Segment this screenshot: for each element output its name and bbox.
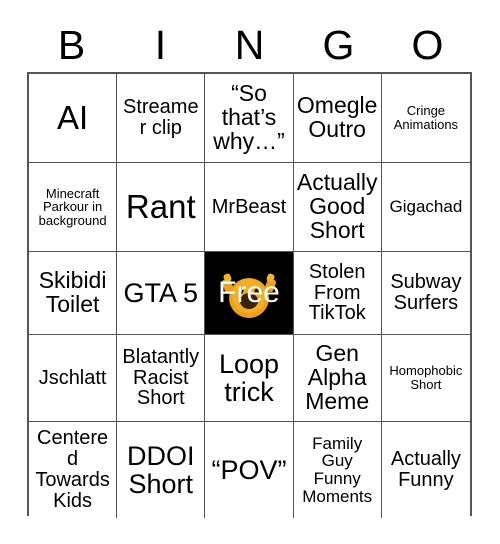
bingo-cell[interactable]: “So that’s why…” <box>205 74 294 163</box>
bingo-cell-label: Loop trick <box>218 348 280 407</box>
bingo-cell[interactable]: Blatantly Racist Short <box>117 335 206 422</box>
bingo-cell-label: Rant <box>125 187 196 225</box>
bingo-cell-label: Stolen From TikTok <box>308 260 366 325</box>
bingo-cell[interactable]: “POV” <box>205 422 294 518</box>
bingo-cell[interactable]: Loop trick <box>205 335 294 422</box>
bingo-header-letter-i: I <box>154 21 167 68</box>
bingo-cell-label: DDOI Short <box>127 440 195 499</box>
bingo-free-space-label: Free <box>218 276 280 309</box>
bingo-cell[interactable]: Stolen From TikTok <box>293 252 382 335</box>
bingo-header-row: BINGO <box>27 18 472 72</box>
bingo-free-space[interactable]: Free <box>205 252 294 335</box>
bingo-card: B I N G O AI Streamer clip “So that’s why…” Ome… <box>0 0 500 544</box>
bingo-cell-label: “So that’s why…” <box>213 80 285 154</box>
bingo-cell-label: Family Guy Funny Moments <box>302 433 373 506</box>
bingo-cell[interactable]: Minecraft Parkour in background <box>29 163 118 252</box>
bingo-cell-label: Gen Alpha Meme <box>305 340 370 414</box>
bingo-cell[interactable]: Centered Towards Kids <box>29 422 118 518</box>
bingo-cell[interactable]: GTA 5 <box>117 252 206 335</box>
bingo-header-letter-o: O <box>411 21 444 68</box>
bingo-header-letter-b: B <box>57 21 86 68</box>
bingo-cell[interactable]: Cringe Animations <box>381 74 470 163</box>
bingo-cell-label: Actually Funny <box>390 448 461 491</box>
bingo-cell[interactable]: DDOI Short <box>117 422 206 518</box>
bingo-cell-label: Jschlatt <box>38 366 107 389</box>
bingo-cell[interactable]: MrBeast <box>205 163 294 252</box>
bingo-cell[interactable]: Actually Good Short <box>293 163 382 252</box>
bingo-cell-label: Gigachad <box>389 197 463 217</box>
bingo-cell-label: Homophobic Short <box>389 363 463 392</box>
bingo-cell-label: GTA 5 <box>123 277 199 308</box>
bingo-cell[interactable]: Homophobic Short <box>381 335 470 422</box>
bingo-cell-label: Omegle Outro <box>296 92 378 142</box>
bingo-cell-label: Actually Good Short <box>296 169 378 243</box>
bingo-cell[interactable]: Gen Alpha Meme <box>293 335 382 422</box>
bingo-cell[interactable]: Omegle Outro <box>293 74 382 163</box>
bingo-cell-label: Subway Surfers <box>390 271 462 314</box>
bingo-grid: AI Streamer clip “So that’s why…” Omegle Ou… <box>27 72 472 518</box>
bingo-cell-label: MrBeast <box>211 195 287 218</box>
bingo-cell[interactable]: Actually Funny <box>381 422 470 518</box>
bingo-cell-label: Blatantly Racist Short <box>122 345 200 410</box>
bingo-cell-label: Centered Towards Kids <box>35 427 110 512</box>
bingo-cell-label: “POV” <box>211 454 287 485</box>
bingo-cell-label: AI <box>57 98 89 136</box>
bingo-cell-label: Cringe Animations <box>393 103 459 132</box>
bingo-cell[interactable]: Family Guy Funny Moments <box>293 422 382 518</box>
bingo-cell-label: Skibidi Toilet <box>38 267 107 317</box>
bingo-cell[interactable]: Streamer clip <box>117 74 206 163</box>
bingo-cell[interactable]: Jschlatt <box>29 335 118 422</box>
bingo-cell-label: Streamer clip <box>122 96 199 139</box>
bingo-cell[interactable]: AI <box>29 74 118 163</box>
bingo-cell[interactable]: Skibidi Toilet <box>29 252 118 335</box>
bingo-cell[interactable]: Subway Surfers <box>381 252 470 335</box>
bingo-cell-label: Minecraft Parkour in background <box>38 185 107 228</box>
bingo-header-letter-g: G <box>322 21 355 68</box>
bingo-cell[interactable]: Gigachad <box>381 163 470 252</box>
bingo-header-letter-n: N <box>234 21 265 68</box>
bingo-cell[interactable]: Rant <box>117 163 206 252</box>
